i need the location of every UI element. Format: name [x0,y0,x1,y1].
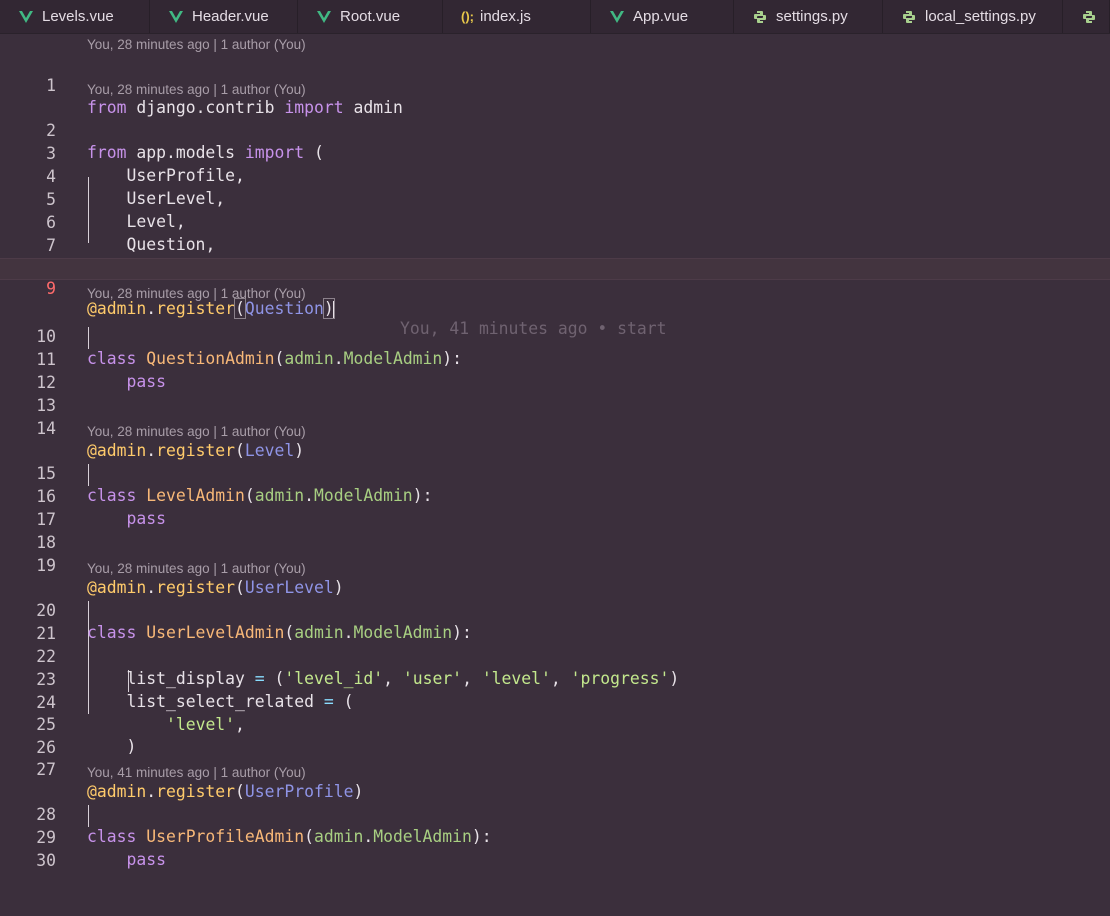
python-icon [752,9,768,25]
code-line: 6 Question, [0,190,1110,254]
code-line: 8 [0,235,1110,277]
tab-local-settings-py[interactable]: local_settings.py [883,0,1063,33]
vue-icon [168,9,184,25]
code-line: 26 [0,715,1110,757]
code-line: 14 @admin.register(Level) [0,396,1110,460]
tab-app-vue[interactable]: App.vue [591,0,734,33]
codelens-blame[interactable]: You, 41 minutes ago | 1 author (You) [87,764,306,782]
tab-index-js[interactable]: (); index.js [443,0,591,33]
vue-icon [609,9,625,25]
tab-settings-py[interactable]: settings.py [734,0,883,33]
code-line: 18 [0,510,1110,552]
code-line: 24 'level', [0,670,1110,734]
code-line: 22 list_display = ('level_id', 'user', '… [0,624,1110,688]
code-line: 23 list_select_related = ( [0,647,1110,711]
codelens-blame[interactable]: You, 28 minutes ago | 1 author (You) [87,423,306,441]
tab-header-vue[interactable]: Header.vue [150,0,298,33]
line-number: 27 [36,760,56,779]
code-line: 4 UserLevel, [0,144,1110,208]
code-line: 10 class QuestionAdmin(admin.ModelAdmin)… [0,304,1110,368]
code-line: 21 [0,601,1110,643]
code-line: 1 from django.contrib import admin [0,53,1110,117]
code-line: 27 @admin.register(UserProfile) [0,737,1110,801]
line-number: 19 [36,556,56,575]
vue-icon [18,9,34,25]
code-line: 12 [0,350,1110,392]
tab-label: Header.vue [192,8,269,25]
codelens-blame[interactable]: You, 28 minutes ago | 1 author (You) [87,81,306,99]
tab-overflow[interactable] [1063,0,1110,33]
tab-label: App.vue [633,8,689,25]
tab-label: index.js [480,8,531,25]
codelens-blame[interactable]: You, 28 minutes ago | 1 author (You) [87,560,306,578]
python-icon [901,9,917,25]
tab-label: Levels.vue [42,8,114,25]
editor-tab-bar: Levels.vue Header.vue Root.vue (); index… [0,0,1110,34]
codelens-blame[interactable]: You, 28 minutes ago | 1 author (You) [87,36,306,54]
line-number-active: 9 [46,279,56,298]
code-line: 2 from app.models import ( [0,98,1110,162]
tab-label: Root.vue [340,8,401,25]
code-editor[interactable]: You, 28 minutes ago | 1 author (You) 1 f… [0,34,1110,916]
code-line: 28 class UserProfileAdmin(admin.ModelAdm… [0,782,1110,846]
line-number: 14 [36,419,56,438]
python-icon [1081,9,1097,25]
codelens-blame[interactable]: You, 28 minutes ago | 1 author (You) [87,285,306,303]
code-line: 20 class UserLevelAdmin(admin.ModelAdmin… [0,578,1110,642]
code-line: 7 ) [0,213,1110,277]
tab-label: settings.py [776,8,848,25]
code-line: 17 [0,487,1110,529]
code-line: 16 pass [0,464,1110,528]
tab-label: local_settings.py [925,8,1036,25]
code-line: 5 Level, [0,167,1110,231]
code-line: 15 class LevelAdmin(admin.ModelAdmin): [0,441,1110,505]
code-line: 29 pass [0,805,1110,869]
code-line: 11 pass [0,327,1110,391]
js-icon: (); [461,9,474,24]
vue-icon [316,9,332,25]
tab-levels-vue[interactable]: Levels.vue [0,0,150,33]
code-line: 25 ) [0,692,1110,756]
line-number: 1 [46,76,56,95]
code-line: 19 @admin.register(UserLevel) [0,533,1110,597]
code-line: 30 [0,828,1110,870]
code-line: 3 UserProfile, [0,121,1110,185]
line-number: 30 [36,851,56,870]
line-code: pass [126,850,166,869]
code-line: 13 [0,373,1110,415]
tab-root-vue[interactable]: Root.vue [298,0,443,33]
code-line-current: 9 @admin.register(Question) You, 41 minu… [0,258,1110,338]
